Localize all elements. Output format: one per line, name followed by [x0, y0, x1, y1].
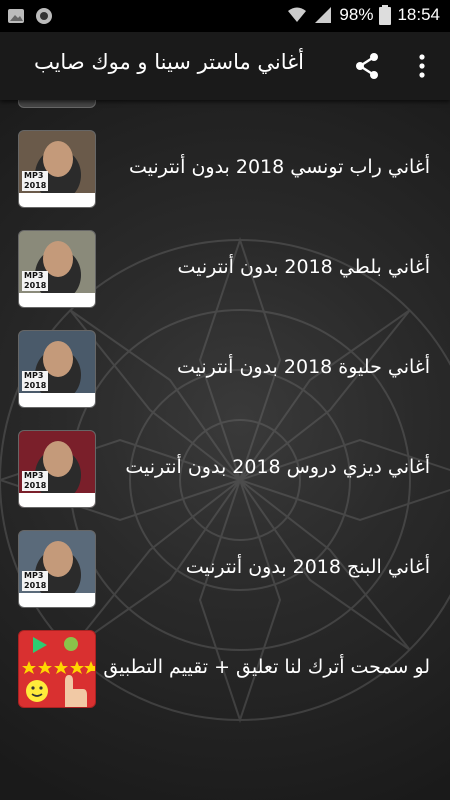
list-item[interactable]: MP3 2018 أغاني البنج 2018 بدون أنترنيت — [0, 500, 450, 608]
signal-icon — [313, 5, 333, 25]
wifi-icon — [287, 5, 307, 25]
battery-percent: 98% — [339, 5, 374, 24]
battery-icon — [379, 5, 392, 25]
status-bar: 98% 18:54 — [0, 0, 450, 32]
item-label: أغاني حليوة 2018 بدون أنترنيت — [176, 356, 430, 378]
item-label: أغاني بلطي 2018 بدون أنترنيت — [177, 256, 430, 278]
item-label: أغاني البنج 2018 بدون أنترنيت — [185, 556, 430, 578]
gallery-icon — [6, 6, 26, 26]
app-list[interactable]: MP3 2018 أغاني راب تونسي 2018 بدون أنترني… — [0, 100, 450, 800]
page-title: أغاني ماستر سينا و موك صايب — [33, 50, 304, 74]
item-thumbnail: MP3 2018 — [18, 530, 96, 608]
list-item[interactable]: MP3 2018 أغاني راب تونسي 2018 بدون أنترني… — [0, 100, 450, 208]
item-label: لو سمحت أترك لنا تعليق + تقييم التطبيق — [103, 656, 430, 678]
share-icon — [356, 53, 378, 79]
item-label: أغاني ديزي دروس 2018 بدون أنترنيت — [125, 456, 430, 478]
list-item[interactable]: MP3 2018 أغاني حليوة 2018 بدون أنترنيت — [0, 300, 450, 408]
list-item[interactable]: MP3 2018 أغاني ديزي دروس 2018 بدون أنترني… — [0, 400, 450, 508]
rate-thumbnail — [18, 630, 96, 708]
clock: 18:54 — [397, 5, 440, 24]
app-bar: أغاني ماستر سينا و موك صايب — [0, 32, 450, 100]
message-icon — [34, 6, 54, 26]
item-label: أغاني راب تونسي 2018 بدون أنترنيت — [128, 156, 430, 178]
item-thumbnail: MP3 2018 — [18, 330, 96, 408]
item-thumbnail: MP3 2018 — [18, 430, 96, 508]
share-button[interactable] — [352, 52, 384, 80]
list-item[interactable]: MP3 2018 أغاني بلطي 2018 بدون أنترنيت — [0, 200, 450, 308]
item-thumbnail: MP3 2018 — [18, 230, 96, 308]
more-vert-icon — [419, 54, 425, 78]
item-thumbnail: MP3 2018 — [18, 130, 96, 208]
rate-icon — [22, 637, 95, 707]
more-options-button[interactable] — [410, 52, 434, 80]
rate-app-item[interactable]: لو سمحت أترك لنا تعليق + تقييم التطبيق — [0, 600, 450, 708]
